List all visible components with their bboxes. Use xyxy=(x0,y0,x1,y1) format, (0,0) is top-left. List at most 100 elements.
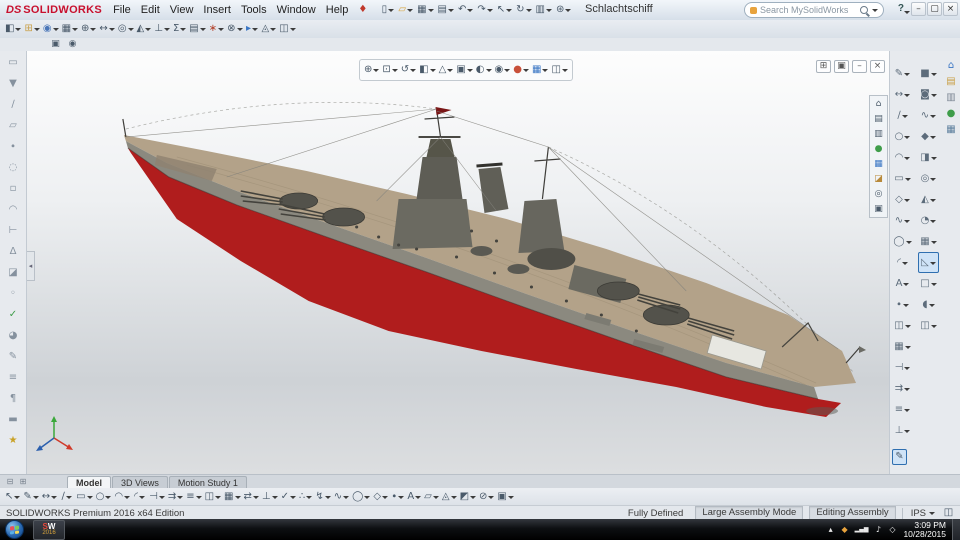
lasso-selection-icon[interactable]: ◠ xyxy=(3,200,23,219)
circle-icon[interactable]: ○ xyxy=(95,489,113,505)
dropdown-caret-icon[interactable] xyxy=(215,495,222,502)
spline-icon[interactable]: ∿ xyxy=(892,210,913,231)
instant2d-icon[interactable]: ◬ xyxy=(441,489,458,505)
dropdown-caret-icon[interactable] xyxy=(930,156,937,163)
section-view-icon[interactable]: ◧ xyxy=(418,62,436,78)
dropdown-caret-icon[interactable] xyxy=(904,177,911,184)
dropdown-caret-icon[interactable] xyxy=(930,114,937,121)
dropdown-caret-icon[interactable] xyxy=(373,69,380,75)
line-icon[interactable]: ∕ xyxy=(59,489,74,505)
design-binder-icon[interactable]: ▬ xyxy=(3,410,23,429)
dropdown-caret-icon[interactable] xyxy=(407,9,414,15)
screenshot-icon[interactable]: ▣ xyxy=(48,39,63,51)
file-properties-icon[interactable]: ▥ xyxy=(535,2,553,18)
menu-window[interactable]: Window xyxy=(272,2,321,18)
linear-component-pattern-icon[interactable]: ▦ xyxy=(61,21,79,37)
exploded-view-icon[interactable]: ∗ xyxy=(208,21,225,37)
dropdown-caret-icon[interactable] xyxy=(415,495,422,502)
dropdown-caret-icon[interactable] xyxy=(904,345,911,352)
dropdown-caret-icon[interactable] xyxy=(928,303,935,310)
dropdown-caret-icon[interactable] xyxy=(289,28,296,34)
mate-icon[interactable]: ◉ xyxy=(42,21,60,37)
dropdown-caret-icon[interactable] xyxy=(447,9,454,15)
wrap-icon[interactable]: ◖ xyxy=(918,294,939,315)
solidworks-resources-icon[interactable]: ⌂ xyxy=(943,59,959,73)
dropdown-caret-icon[interactable] xyxy=(51,495,58,502)
dropdown-caret-icon[interactable] xyxy=(15,28,22,34)
redo-icon[interactable]: ↷ xyxy=(476,2,493,18)
camera-icon[interactable]: ▣ xyxy=(870,202,887,216)
dropdown-caret-icon[interactable] xyxy=(929,198,936,205)
view-orientation-icon[interactable]: ▣ xyxy=(455,62,473,78)
dropdown-caret-icon[interactable] xyxy=(105,495,112,502)
dropdown-caret-icon[interactable] xyxy=(199,28,206,34)
reference-geometry-icon[interactable]: ⊥ xyxy=(153,21,171,37)
dropdown-caret-icon[interactable] xyxy=(432,495,439,502)
dropdown-caret-icon[interactable] xyxy=(271,495,278,502)
dropdown-caret-icon[interactable] xyxy=(930,93,937,100)
options-icon[interactable]: ⊛ xyxy=(555,2,572,18)
dropdown-caret-icon[interactable] xyxy=(86,495,93,502)
dropdown-caret-icon[interactable] xyxy=(306,495,313,502)
filter-edges-icon[interactable]: ∕ xyxy=(3,95,23,114)
dropdown-caret-icon[interactable] xyxy=(930,177,937,184)
dropdown-caret-icon[interactable] xyxy=(546,9,552,15)
extruded-cut-icon[interactable]: ◨ xyxy=(918,147,939,168)
dropdown-caret-icon[interactable] xyxy=(904,72,911,79)
close-icon[interactable]: × xyxy=(943,2,958,16)
dropdown-caret-icon[interactable] xyxy=(270,28,277,34)
appearances-scenes-icon[interactable]: ● xyxy=(943,107,959,121)
dropdown-caret-icon[interactable] xyxy=(904,366,911,373)
dropdown-caret-icon[interactable] xyxy=(427,9,434,15)
minimize-icon[interactable]: – xyxy=(911,2,926,16)
repair-sketch-icon[interactable]: ✓ xyxy=(280,489,297,505)
record-video-icon[interactable]: ◉ xyxy=(65,39,80,51)
smart-fasteners-icon[interactable]: ⊕ xyxy=(80,21,97,37)
display-relations-icon[interactable]: ⊥ xyxy=(892,420,913,441)
rebuild-icon[interactable]: ↻ xyxy=(515,2,532,18)
convert-entities-icon[interactable]: ⇉ xyxy=(167,489,184,505)
split-vertical-icon[interactable]: ⊞ xyxy=(17,477,29,488)
appearance-editor-icon[interactable]: ◕ xyxy=(3,326,23,345)
filter-vertices-icon[interactable]: ∙ xyxy=(3,137,23,156)
battleship-model[interactable] xyxy=(27,51,889,474)
point-icon[interactable]: ∙ xyxy=(892,294,913,315)
restore-document-icon[interactable]: ▣ xyxy=(834,60,849,73)
file-explorer-icon[interactable]: ▥ xyxy=(943,91,959,105)
close-document-icon[interactable]: × xyxy=(870,60,885,73)
polygon-icon[interactable]: ◇ xyxy=(892,189,913,210)
move-entities-icon[interactable]: ⇄ xyxy=(243,489,260,505)
ellipse-icon[interactable]: ◯ xyxy=(351,489,371,505)
hole-wizard-icon[interactable]: ◎ xyxy=(918,168,939,189)
sensor-icon[interactable]: ◦ xyxy=(3,284,23,303)
mirror-icon[interactable]: ◫ xyxy=(918,315,939,336)
dropdown-caret-icon[interactable] xyxy=(252,28,259,34)
dropdown-caret-icon[interactable] xyxy=(904,219,911,226)
dropdown-caret-icon[interactable] xyxy=(466,69,473,75)
centerpoint-arc-icon[interactable]: ◠ xyxy=(113,489,131,505)
solidworks-rx-icon[interactable]: ◆ xyxy=(840,523,850,537)
apply-scene-icon[interactable]: ▦ xyxy=(531,62,549,78)
dropdown-caret-icon[interactable] xyxy=(903,198,910,205)
dropdown-caret-icon[interactable] xyxy=(929,135,936,142)
box-selection-icon[interactable]: ▫ xyxy=(3,179,23,198)
dropdown-caret-icon[interactable] xyxy=(904,93,911,100)
open-document-icon[interactable]: ▭ xyxy=(3,53,23,72)
trim-entities-icon[interactable]: ⊣ xyxy=(148,489,166,505)
mirror-entities-icon[interactable]: ◫ xyxy=(892,315,913,336)
plane-icon[interactable]: ▱ xyxy=(423,489,440,505)
dropdown-caret-icon[interactable] xyxy=(398,495,405,502)
dropdown-caret-icon[interactable] xyxy=(470,495,477,502)
dropdown-caret-icon[interactable] xyxy=(33,28,40,34)
smart-dimension-icon[interactable]: ↔ xyxy=(892,84,913,105)
shell-icon[interactable]: □ xyxy=(918,273,939,294)
trim-entities-icon[interactable]: ⊣ xyxy=(892,357,913,378)
corner-rectangle-icon[interactable]: ▭ xyxy=(75,489,93,505)
search-caret-icon[interactable] xyxy=(872,9,878,15)
dropdown-caret-icon[interactable] xyxy=(72,28,79,34)
dropdown-caret-icon[interactable] xyxy=(930,324,937,331)
taskbar-solidworks-button[interactable]: S W 2016 xyxy=(33,519,65,540)
dropdown-caret-icon[interactable] xyxy=(485,69,492,75)
revolved-boss-icon[interactable]: ◙ xyxy=(918,84,939,105)
smart-dimension-icon[interactable]: ↔ xyxy=(41,489,58,505)
